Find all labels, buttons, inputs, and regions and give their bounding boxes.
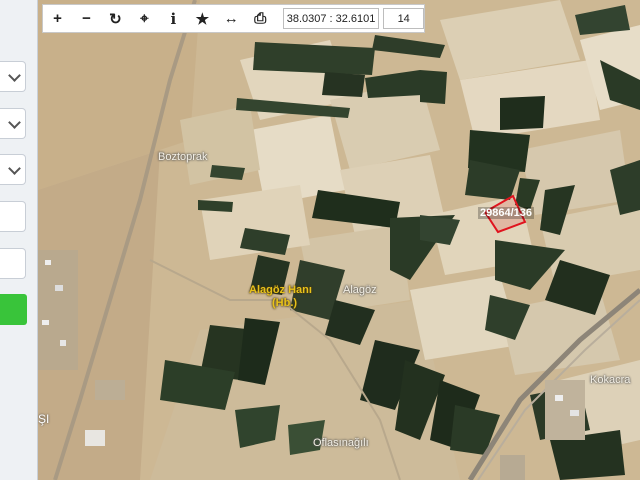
zoom-level-display: 14 [383,8,424,29]
info-button[interactable]: i [159,5,188,32]
parcel-number-label: 29864/136 [478,207,534,219]
measure-icon: ↔ [223,10,239,27]
info-icon: i [170,9,177,28]
filter-select-3[interactable] [0,154,26,185]
chevron-down-icon [8,162,21,175]
measure-button[interactable]: ↔ [217,5,246,32]
locate-icon: ⌖ [140,10,149,27]
zoom-out-button[interactable]: − [72,5,101,32]
zoom-in-button[interactable]: + [43,5,72,32]
zoom-in-icon: + [53,10,62,27]
filter-select-2[interactable] [0,108,26,139]
satellite-map[interactable] [0,0,640,480]
left-side-panel [0,0,38,480]
refresh-icon: ↻ [109,10,122,28]
print-button[interactable]: ⎙ [246,5,275,32]
star-icon: ★ [195,10,210,28]
place-label-oflasinagili: Oflasınağılı [313,437,369,449]
filter-select-1[interactable] [0,61,26,92]
town-label-alagoz-hani: Alagöz Hanı [249,284,312,296]
coordinates-display: 38.0307 : 32.6101 [282,8,380,29]
place-label-edge: ŞI [38,412,50,426]
town-label-suffix: (Hb.) [272,297,298,309]
parcel-input-1[interactable] [0,201,26,232]
print-icon: ⎙ [254,10,267,27]
map-toolbar: + − ↻ ⌖ i ★ ↔ ⎙ 38.0307 : 32.6101 14 [42,4,425,33]
place-label-boztoprak: Boztoprak [158,151,208,163]
zoom-out-icon: − [82,10,91,27]
chevron-down-icon [8,69,21,82]
favorite-button[interactable]: ★ [188,5,217,32]
refresh-button[interactable]: ↻ [101,5,130,32]
query-button[interactable] [0,294,27,325]
chevron-down-icon [8,116,21,129]
parcel-input-2[interactable] [0,248,26,279]
place-label-kokacra: Kokacra [590,374,631,386]
locate-button[interactable]: ⌖ [130,5,159,32]
place-label-alagoz: Alagöz [343,284,377,296]
